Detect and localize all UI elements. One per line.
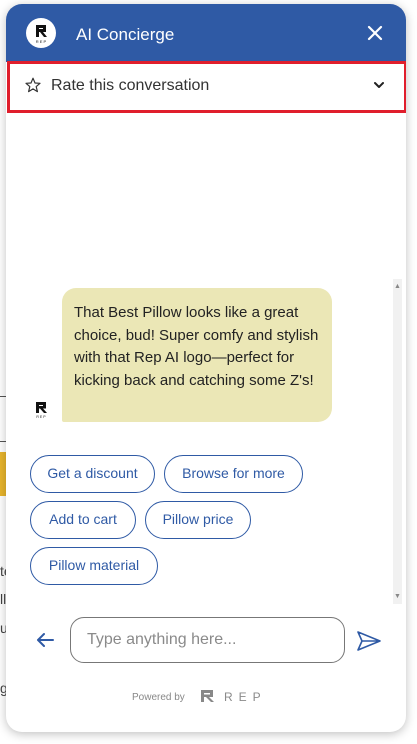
suggestion-pillow-price[interactable]: Pillow price (145, 501, 251, 539)
rep-logo-icon: R E P (26, 18, 56, 48)
chat-widget: R E P AI Concierge Rate this conversatio… (6, 4, 406, 732)
suggestion-add-to-cart[interactable]: Add to cart (30, 501, 136, 539)
chat-title: AI Concierge (76, 25, 175, 44)
suggestion-pillow-material[interactable]: Pillow material (30, 547, 158, 585)
chat-header: R E P AI Concierge (6, 4, 406, 62)
svg-text:R E P: R E P (36, 415, 46, 419)
back-arrow-icon[interactable] (34, 629, 56, 651)
rep-wordmark: REP (224, 690, 267, 704)
bot-message-bubble: That Best Pillow looks like a great choi… (62, 288, 332, 422)
powered-by-label: Powered by (132, 692, 185, 703)
bot-avatar-icon: R E P (36, 402, 47, 419)
send-icon[interactable] (356, 629, 382, 653)
scroll-up-icon[interactable]: ▲ (394, 283, 401, 290)
rate-conversation-label: Rate this conversation (51, 77, 210, 94)
chevron-down-icon (374, 82, 384, 88)
star-icon (25, 77, 41, 93)
chat-scrollbar[interactable]: ▲ ▼ (393, 279, 402, 604)
suggestion-get-discount[interactable]: Get a discount (30, 455, 155, 493)
scroll-down-icon[interactable]: ▼ (394, 593, 401, 600)
rate-conversation-dropdown[interactable]: Rate this conversation (7, 61, 406, 113)
rep-logo-icon (201, 690, 214, 702)
close-icon[interactable] (364, 22, 386, 44)
message-input[interactable] (70, 617, 345, 663)
suggestion-browse-more[interactable]: Browse for more (164, 455, 303, 493)
svg-text:R E P: R E P (36, 39, 47, 44)
